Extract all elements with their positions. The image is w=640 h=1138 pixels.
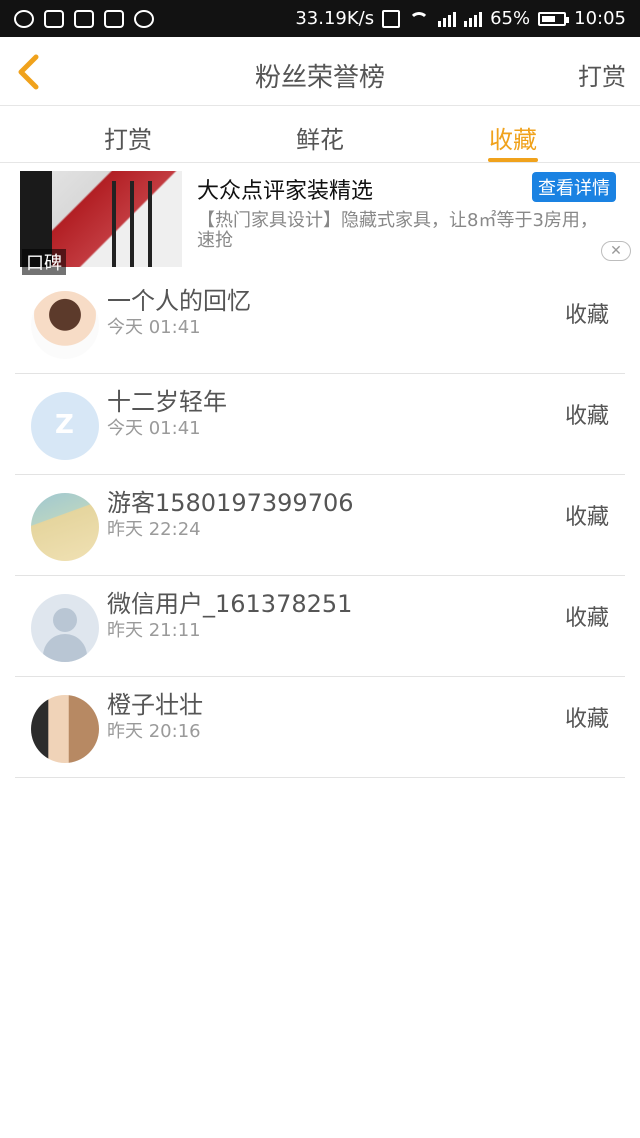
tab-favorites[interactable]: 收藏 [489,120,537,155]
battery-fill [542,15,556,22]
avatar[interactable] [31,493,99,561]
list-item[interactable]: 橙子壮壮 昨天 20:16 收藏 [15,677,625,778]
tab-flowers[interactable]: 鲜花 [296,120,344,155]
wifi-icon [408,10,430,28]
battery-percent: 65% [490,8,531,29]
tab-reward[interactable]: 打赏 [104,120,152,155]
signal-icon-1 [438,11,457,27]
ad-details-button[interactable]: 查看详情 [532,172,616,202]
status-right: 33.19K/s 65% 10:05 [295,8,640,29]
ad-banner[interactable]: 口碑 大众点评家装精选 查看详情 【热门家具设计】隐藏式家具，让8㎡等于3房用，… [0,163,640,275]
more-icon [134,9,154,28]
clock: 10:05 [574,8,626,29]
user-name: 橙子壮壮 [107,691,203,719]
wechat-icon [14,9,34,28]
user-name: 一个人的回忆 [107,287,251,315]
favorites-list: 一个人的回忆 今天 01:41 收藏 十二岁轻年 今天 01:41 收藏 游客1… [0,273,640,778]
status-left-icons [0,9,154,28]
timestamp: 今天 01:41 [107,418,201,439]
favorite-label: 收藏 [564,505,609,530]
battery-icon [538,11,570,26]
vibrate-icon [382,9,401,28]
user-name: 十二岁轻年 [107,388,227,416]
list-item[interactable]: 一个人的回忆 今天 01:41 收藏 [15,273,625,374]
header-bar: 粉丝荣誉榜 打赏 [0,37,640,106]
image-icon [74,9,94,28]
status-bar: 33.19K/s 65% 10:05 [0,0,640,37]
user-name: 游客1580197399706 [107,489,354,517]
mail-icon [104,9,124,28]
ad-description: 【热门家具设计】隐藏式家具，让8㎡等于3房用，速抢 [197,210,598,251]
active-tab-indicator [488,158,538,162]
list-item[interactable]: 游客1580197399706 昨天 22:24 收藏 [15,475,625,576]
ad-badge: 口碑 [22,249,66,275]
list-item[interactable]: 微信用户_161378251 昨天 21:11 收藏 [15,576,625,677]
favorite-label: 收藏 [564,606,609,631]
favorite-label: 收藏 [564,707,609,732]
avatar[interactable] [31,695,99,763]
reward-action-button[interactable]: 打赏 [578,57,626,92]
alarm-icon [44,9,64,28]
avatar[interactable] [31,392,99,460]
list-item[interactable]: 十二岁轻年 今天 01:41 收藏 [15,374,625,475]
ad-close-icon[interactable]: ✕ [601,241,631,261]
favorite-label: 收藏 [564,404,609,429]
network-speed: 33.19K/s [295,8,375,29]
timestamp: 昨天 22:24 [107,519,201,540]
timestamp: 昨天 21:11 [107,620,201,641]
timestamp: 昨天 20:16 [107,721,201,742]
signal-icon-2 [464,11,483,27]
ad-title[interactable]: 大众点评家装精选 [197,173,373,205]
avatar[interactable] [31,594,99,662]
favorite-label: 收藏 [564,303,609,328]
page-title: 粉丝荣誉榜 [254,63,385,93]
user-name: 微信用户_161378251 [107,590,353,618]
timestamp: 今天 01:41 [107,317,201,338]
avatar[interactable] [31,291,99,359]
tab-bar: 打赏 鲜花 收藏 [0,106,640,163]
